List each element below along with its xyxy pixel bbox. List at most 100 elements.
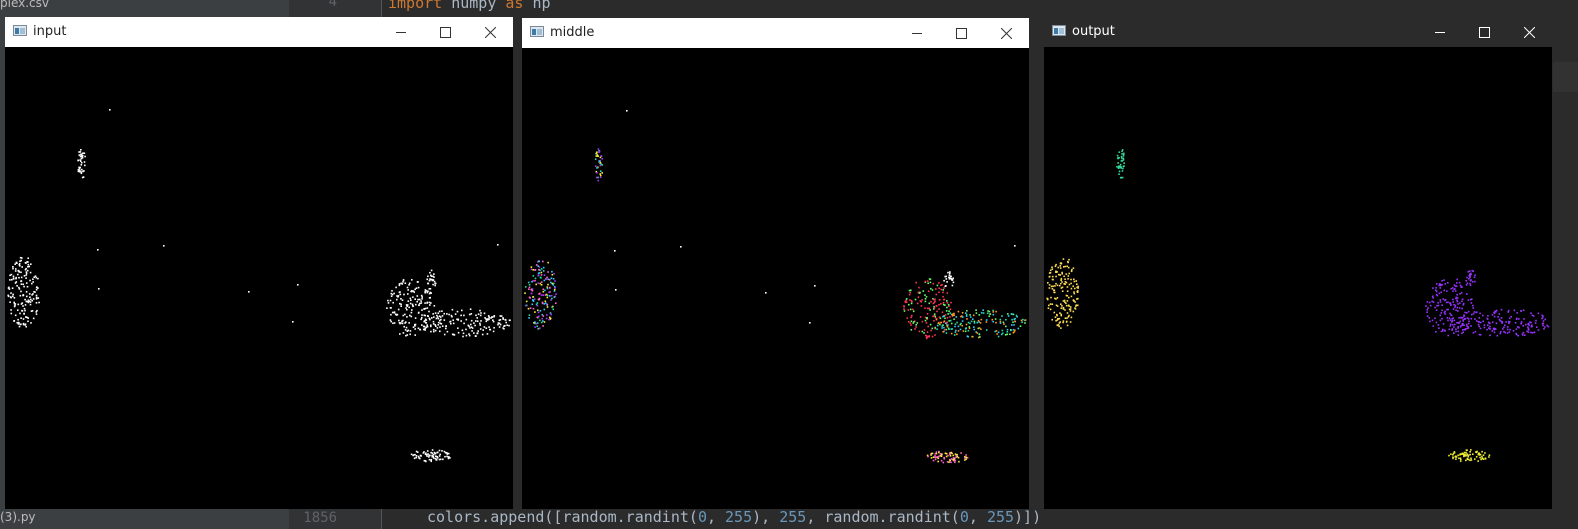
cluster-point — [1463, 324, 1465, 327]
cluster-point — [1444, 310, 1446, 313]
cluster-point — [951, 284, 954, 287]
cluster-point — [1462, 304, 1465, 306]
close-button[interactable] — [984, 18, 1029, 48]
point — [390, 307, 392, 309]
point — [443, 312, 445, 315]
file-name-py[interactable]: (3).py — [0, 510, 36, 524]
output-window[interactable]: output — [1044, 17, 1552, 509]
cluster-point — [1060, 287, 1063, 289]
window-titlebar[interactable]: output — [1044, 17, 1552, 47]
maximize-button[interactable] — [1462, 17, 1507, 47]
cluster-point — [976, 332, 979, 334]
cluster-point — [933, 320, 935, 322]
point — [12, 266, 14, 268]
cluster-point — [1066, 317, 1068, 319]
cluster-point — [905, 301, 907, 304]
cluster-point — [908, 303, 910, 306]
cluster-point — [949, 455, 952, 457]
cluster-point — [599, 176, 602, 178]
cluster-point — [525, 300, 528, 303]
cluster-point — [1070, 287, 1073, 290]
point — [470, 313, 473, 315]
point — [473, 332, 475, 334]
stray-point — [297, 284, 299, 286]
minimize-button[interactable] — [894, 18, 939, 48]
point — [429, 278, 431, 280]
cluster-point — [947, 271, 949, 274]
point — [445, 325, 447, 328]
cluster-point — [931, 335, 934, 338]
cluster-point — [936, 324, 939, 327]
point — [10, 309, 12, 311]
cluster-point — [942, 295, 944, 298]
point — [80, 149, 82, 151]
window-titlebar[interactable]: input — [5, 17, 513, 47]
cluster-point — [528, 296, 531, 299]
close-button[interactable] — [1507, 17, 1552, 47]
close-button[interactable] — [468, 17, 513, 47]
maximize-button[interactable] — [423, 17, 468, 47]
maximize-button[interactable] — [939, 18, 984, 48]
point — [37, 297, 40, 299]
point — [406, 308, 408, 311]
point — [19, 265, 21, 267]
middle-window[interactable]: middle — [522, 18, 1029, 509]
cluster-point — [530, 288, 532, 291]
cluster-point — [551, 273, 554, 276]
window-titlebar[interactable]: middle — [522, 18, 1029, 48]
cluster-point — [948, 310, 950, 312]
cluster-point — [1498, 318, 1501, 321]
point — [78, 154, 81, 156]
point — [437, 312, 440, 314]
cluster-point — [1508, 322, 1510, 325]
cluster-point — [1012, 313, 1015, 316]
cluster-point — [1468, 270, 1471, 272]
cluster-point — [553, 273, 555, 275]
cluster-point — [1122, 155, 1125, 157]
cluster-point — [911, 300, 913, 303]
cluster-point — [535, 322, 537, 325]
cluster-point — [919, 291, 921, 294]
cluster-point — [932, 302, 935, 305]
cluster-point — [919, 316, 922, 318]
minimize-button[interactable] — [378, 17, 423, 47]
minimize-button[interactable] — [1417, 17, 1462, 47]
cluster-point — [1477, 321, 1480, 323]
file-name-csv[interactable]: plex.csv — [0, 0, 49, 10]
cluster-point — [1527, 329, 1530, 331]
cluster-point — [994, 318, 997, 320]
cluster-point — [1459, 325, 1462, 328]
cluster-point — [1532, 315, 1535, 317]
point — [508, 324, 510, 327]
point — [424, 302, 426, 304]
cluster-point — [916, 302, 919, 305]
point — [424, 289, 427, 291]
cluster-point — [546, 287, 549, 290]
input-window[interactable]: input — [5, 17, 513, 509]
cluster-point — [912, 310, 915, 313]
cluster-point — [1467, 270, 1470, 273]
cluster-point — [1531, 331, 1534, 334]
point — [404, 329, 407, 331]
point — [452, 322, 455, 325]
cluster-point — [996, 333, 998, 335]
cluster-point — [980, 312, 983, 314]
point — [477, 313, 480, 315]
point — [427, 275, 429, 278]
cluster-point — [1070, 295, 1073, 298]
cluster-point — [930, 457, 933, 459]
cluster-point — [973, 328, 975, 331]
cluster-point — [1522, 325, 1525, 327]
cluster-point — [1020, 319, 1023, 322]
cluster-point — [925, 296, 928, 298]
point — [400, 305, 402, 307]
point — [470, 323, 472, 326]
cluster-point — [909, 308, 912, 311]
cluster-point — [942, 461, 945, 464]
cluster-point — [905, 299, 907, 302]
point — [432, 283, 434, 286]
point — [35, 288, 38, 291]
cluster-point — [928, 278, 931, 280]
cluster-point — [1048, 304, 1050, 307]
opencv-window-icon — [13, 25, 27, 36]
